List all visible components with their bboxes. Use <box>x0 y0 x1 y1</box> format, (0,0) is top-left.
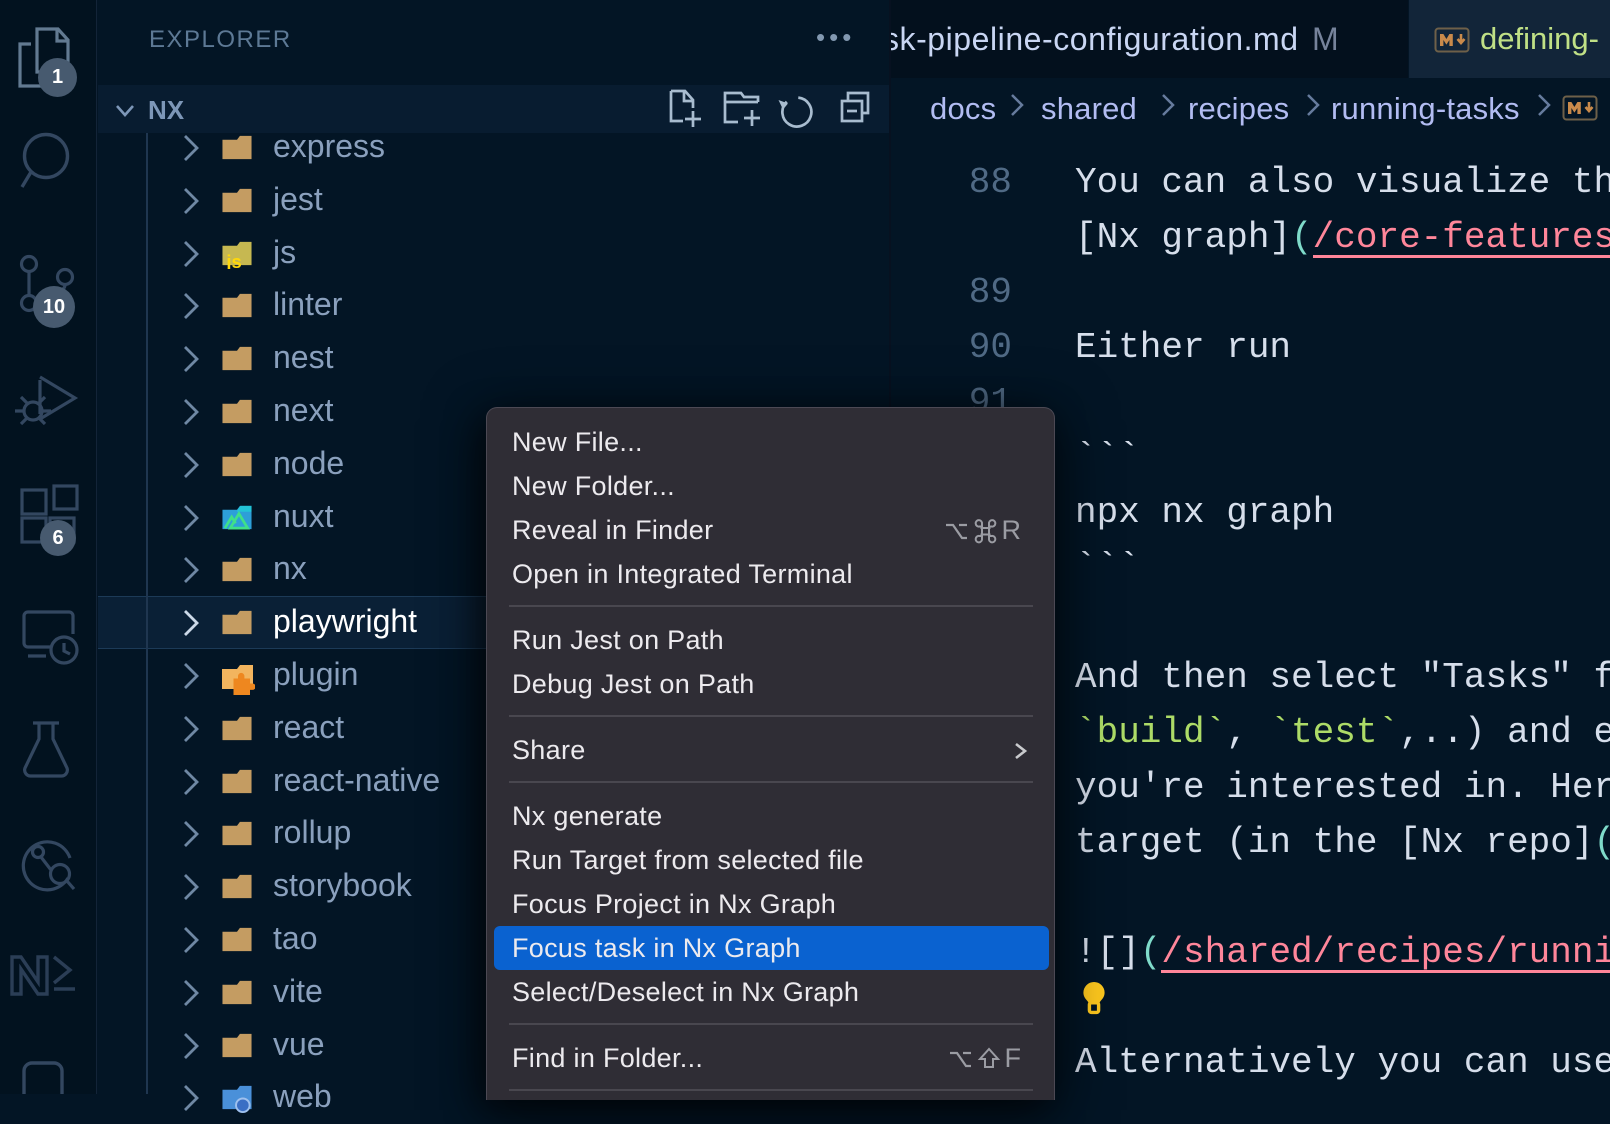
svg-text:js: js <box>225 251 241 269</box>
